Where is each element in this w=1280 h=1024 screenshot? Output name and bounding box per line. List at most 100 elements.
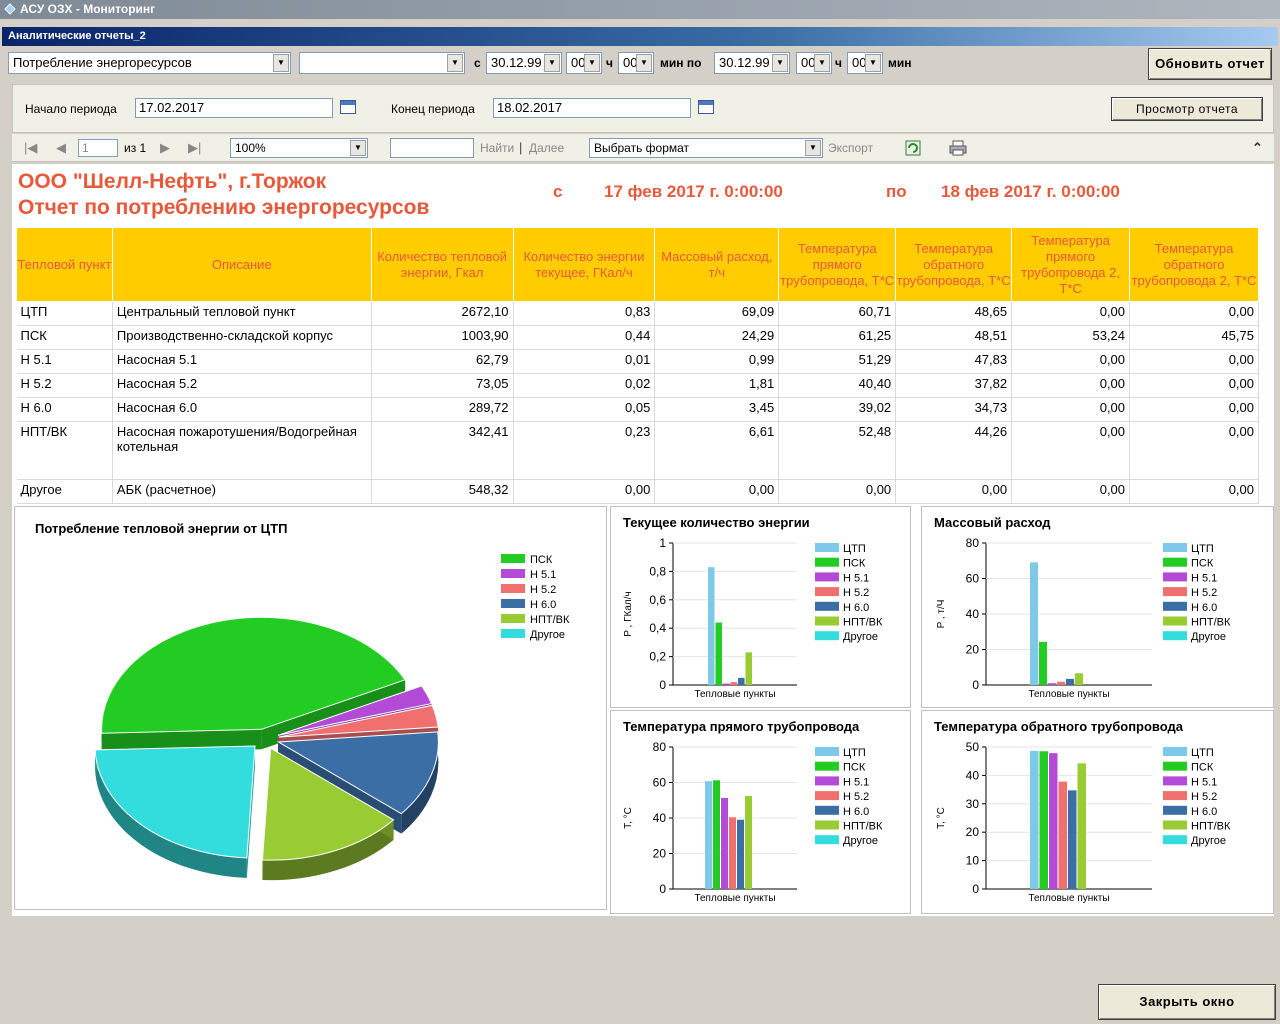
hour-label: ч xyxy=(606,56,613,70)
find-input[interactable] xyxy=(390,138,474,158)
legend-swatch xyxy=(1163,557,1187,567)
legend-swatch xyxy=(815,776,839,786)
bar-НПТ/ВК xyxy=(745,795,752,889)
table-cell: 0,00 xyxy=(1011,479,1131,504)
chevron-down-icon[interactable]: ▼ xyxy=(865,54,881,72)
calendar-icon[interactable] xyxy=(698,100,714,114)
bar-Н 6.0 xyxy=(1066,678,1074,685)
legend-swatch xyxy=(1163,543,1187,552)
table-cell: 73,05 xyxy=(371,373,514,398)
legend-swatch xyxy=(1163,776,1187,786)
table-cell: 6,61 xyxy=(654,421,780,480)
start-period-input[interactable]: 17.02.2017 xyxy=(135,98,333,118)
export-format-value: Выбрать формат xyxy=(594,141,690,155)
bar-ПСК xyxy=(713,780,720,889)
to-min-select[interactable]: 00 ▼ xyxy=(847,52,883,74)
y-tick-label: 10 xyxy=(966,854,980,868)
to-hour-select[interactable]: 00 ▼ xyxy=(796,52,832,74)
column-header: Температура прямого трубопровода 2, T*C xyxy=(1011,227,1131,302)
table-cell: 0,23 xyxy=(513,421,656,480)
bar-Н 5.1 xyxy=(1049,753,1058,889)
export-format-select[interactable]: Выбрать формат ▼ xyxy=(589,138,823,158)
table-cell: Центральный тепловой пункт xyxy=(112,301,372,326)
column-header: Массовый расход, т/ч xyxy=(654,227,780,302)
find-link[interactable]: Найти xyxy=(480,134,514,162)
table-cell: 289,72 xyxy=(371,397,514,422)
table-row: Н 6.0 Насосная 6.0 289,72 0,05 3,45 39,02 34,7… xyxy=(16,397,1259,422)
from-label: с xyxy=(474,56,481,70)
x-axis-label: Тепловые пункты xyxy=(694,893,775,904)
close-window-button[interactable]: Закрыть окно xyxy=(1098,984,1276,1020)
report-type-combo[interactable]: Потребление энергоресурсов ▼ xyxy=(8,52,291,74)
end-period-input[interactable]: 18.02.2017 xyxy=(493,98,691,118)
chevron-down-icon[interactable]: ▼ xyxy=(273,54,289,72)
prev-page-icon[interactable]: ◀ xyxy=(56,134,66,162)
table-cell: 69,09 xyxy=(654,301,780,326)
chevron-down-icon[interactable]: ▼ xyxy=(814,54,830,72)
chevron-down-icon[interactable]: ▼ xyxy=(447,54,463,72)
y-tick-label: 0,2 xyxy=(649,650,666,664)
from-min-select[interactable]: 00 ▼ xyxy=(618,52,654,74)
calendar-icon[interactable] xyxy=(340,100,356,114)
legend-label: ПСК xyxy=(843,762,866,774)
secondary-combo[interactable]: ▼ xyxy=(299,52,465,74)
column-header: Тепловой пункт xyxy=(16,227,113,302)
y-tick-label: 60 xyxy=(653,776,667,790)
bar-chart-panel: Массовый расход 0 20 40 60 80 P , т/Ч Тепловые… xyxy=(921,506,1274,708)
legend-swatch xyxy=(815,557,839,567)
toolbar-divider: | xyxy=(519,140,523,155)
bar-Н 5.1 xyxy=(1048,683,1056,685)
hour-label-2: ч xyxy=(835,56,842,70)
table-cell: 62,79 xyxy=(371,349,514,374)
chevron-down-icon[interactable]: ▼ xyxy=(805,140,821,156)
from-hour-select[interactable]: 00 ▼ xyxy=(566,52,602,74)
first-page-icon[interactable]: |◀ xyxy=(24,134,37,162)
legend-label: ПСК xyxy=(843,558,866,570)
next-page-icon[interactable]: ▶ xyxy=(160,134,170,162)
legend-label: НПТ/ВК xyxy=(1191,821,1231,833)
chevron-down-icon[interactable]: ▼ xyxy=(544,54,560,72)
export-link[interactable]: Экспорт xyxy=(828,134,873,162)
legend-swatch xyxy=(1163,601,1187,611)
page-number-input[interactable]: 1 xyxy=(78,139,118,157)
company-title: ООО "Шелл-Нефть", г.Торжок xyxy=(18,170,327,193)
table-cell: 548,32 xyxy=(371,479,514,504)
next-link[interactable]: Далее xyxy=(529,134,564,162)
pie-chart-panel: Потребление тепловой энергии от ЦТП ПСК Н… xyxy=(14,506,607,910)
legend-label: Н 5.1 xyxy=(1191,572,1217,584)
chevron-down-icon[interactable]: ▼ xyxy=(636,54,652,72)
to-date-picker[interactable]: 30.12.99 ▼ xyxy=(714,52,790,74)
table-cell: 1003,90 xyxy=(371,325,514,350)
legend-swatch xyxy=(815,835,839,845)
bar-chart-return-temp: 0 10 20 30 40 50 T, °C Тепловые пункты ЦТП ПСК Н 5… xyxy=(936,740,1231,904)
table-cell: 0,01 xyxy=(513,349,656,374)
column-header: Температура обратного трубопровода 2, T*… xyxy=(1129,227,1259,302)
last-page-icon[interactable]: ▶| xyxy=(188,134,201,162)
table-header-row: Тепловой пункт Описание Количество теплово… xyxy=(16,227,1259,302)
refresh-report-button[interactable]: Обновить отчет xyxy=(1148,48,1272,80)
bar-ЦТП xyxy=(1030,562,1038,685)
table-cell: Насосная 5.1 xyxy=(112,349,372,374)
legend-label: Н 6.0 xyxy=(1191,806,1217,818)
collapse-icon[interactable]: ⌃ xyxy=(1252,134,1263,162)
y-tick-label: 0 xyxy=(659,882,666,896)
refresh-icon[interactable] xyxy=(905,140,921,156)
table-row: Н 5.2 Насосная 5.2 73,05 0,02 1,81 40,40 37,82… xyxy=(16,373,1259,398)
y-tick-label: 20 xyxy=(966,643,980,657)
view-report-button[interactable]: Просмотр отчета xyxy=(1111,97,1263,121)
bar-ЦТП xyxy=(1030,750,1039,889)
window-titlebar: АСУ ОЗХ - Мониторинг xyxy=(0,0,1280,19)
column-header: Температура обратного трубопровода, T*C xyxy=(895,227,1013,302)
print-icon[interactable] xyxy=(949,140,967,156)
chevron-down-icon[interactable]: ▼ xyxy=(350,140,366,156)
chevron-down-icon[interactable]: ▼ xyxy=(772,54,788,72)
bar-Н 5.1 xyxy=(721,797,728,889)
chevron-down-icon[interactable]: ▼ xyxy=(584,54,600,72)
legend-swatch xyxy=(815,616,839,626)
y-tick-label: 0,4 xyxy=(649,621,666,635)
table-cell: Н 6.0 xyxy=(16,397,113,422)
zoom-select[interactable]: 100% ▼ xyxy=(230,138,368,158)
bar-chart-supply-temp: 0 20 40 60 80 T, °C Тепловые пункты ЦТП ПСК Н 5.1… xyxy=(623,740,883,904)
from-date-picker[interactable]: 30.12.99 ▼ xyxy=(486,52,562,74)
bar-НПТ/ВК xyxy=(1077,763,1086,889)
